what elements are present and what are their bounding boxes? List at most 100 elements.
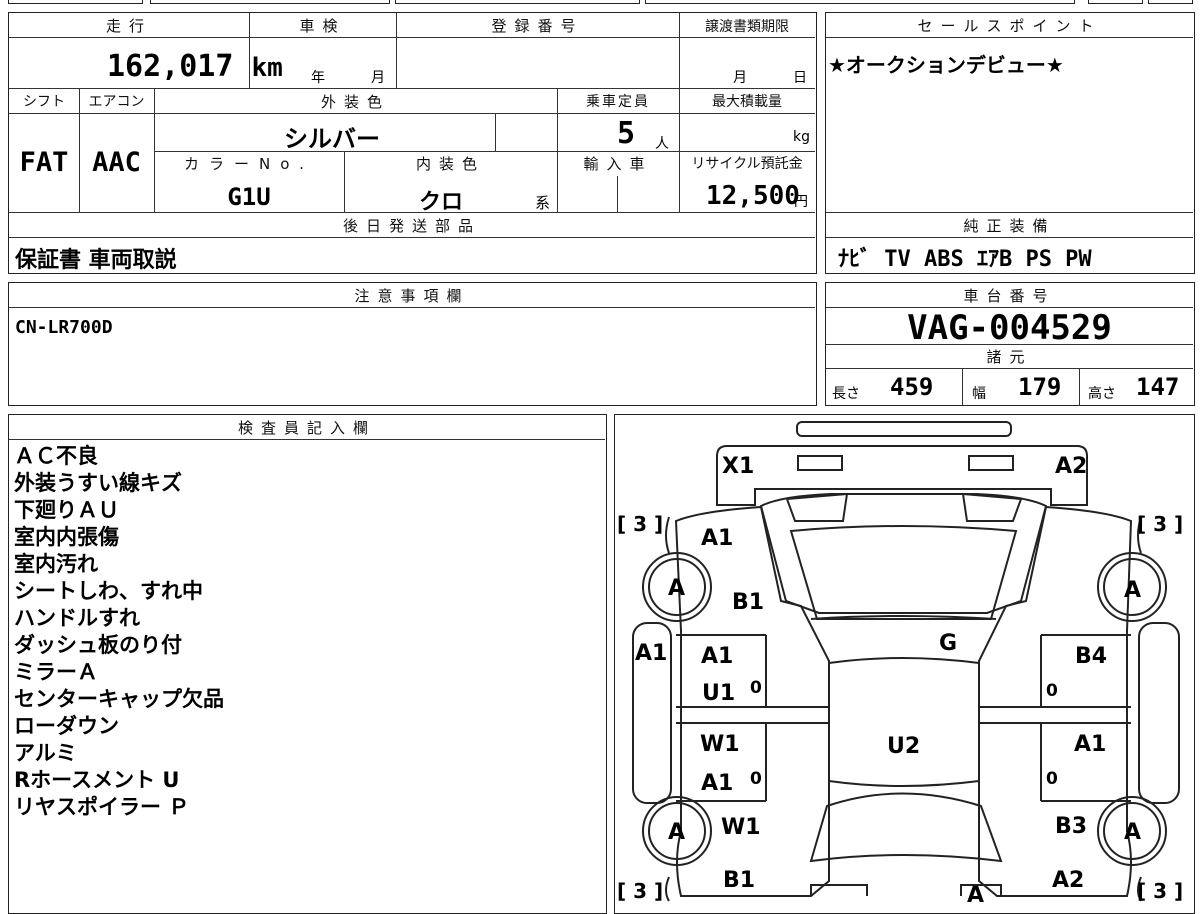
sales-point-value: ★オークションデビュー★ (828, 53, 1064, 77)
recycle-header: リサイクル預託金 (691, 156, 803, 172)
remark-line: シートしわ、すれ中 (14, 579, 203, 603)
remark-line: 外装うすい線キズ (14, 471, 182, 495)
sales-point-header: セールスポイント (917, 17, 1102, 35)
inspector-box: 検査員記入欄 ＡＣ不良 外装うすい線キズ 下廻りＡＵ 室内内張傷 室内汚れ シー… (8, 414, 607, 914)
registration-header: 登録番号 (491, 17, 584, 35)
mark-g: G (939, 631, 957, 656)
height-label: 高さ (1088, 386, 1116, 402)
zero-mark: 0 (750, 769, 762, 789)
later-parts-value: 保証書 車両取説 (15, 248, 177, 273)
specs-header: 諸元 (986, 348, 1033, 366)
remark-line: 室内内張傷 (14, 525, 119, 549)
mark-w1-rear-left-fender: W1 (721, 815, 761, 840)
sales-point-box: セールスポイント ★オークションデビュー★ 純正装備 ﾅﾋﾞ TV ABS ｴｱ… (825, 12, 1195, 274)
remark-line: ＡＣ不良 (14, 444, 98, 468)
chassis-header: 車台番号 (963, 287, 1056, 305)
length-label: 長さ (832, 386, 860, 402)
zero-mark: 0 (750, 678, 762, 698)
import-car-header: 輸入車 (583, 155, 653, 173)
notes-box: 注意事項欄 CN-LR700D (8, 282, 817, 406)
mileage-number: 162,017 (107, 49, 234, 84)
mark-a1-left-side: A1 (635, 641, 667, 666)
length-value: 459 (890, 373, 934, 401)
capacity-unit: 人 (655, 136, 669, 152)
notes-header: 注意事項欄 (354, 287, 470, 305)
mileage-unit: km (251, 53, 283, 83)
notes-value: CN-LR700D (15, 317, 113, 338)
wheel-mark-rr: A (1124, 820, 1141, 845)
mark-b4-front-right-door: B4 (1075, 644, 1107, 669)
car-diagram-box: X1 A2 A1 B1 A1 G A1 U1 B4 W1 A1 U2 A1 W1… (614, 414, 1195, 914)
width-label: 幅 (972, 386, 986, 402)
mileage-value: 162,017 km (107, 49, 283, 84)
aircon-header: エアコン (88, 94, 145, 110)
remark-line: センターキャップ欠品 (14, 687, 224, 711)
wheel-mark-rl: A (668, 820, 685, 845)
shift-value: FAT (19, 147, 69, 178)
transfer-deadline-header: 譲渡書類期限 (705, 19, 789, 35)
wheel-mark-fl: A (668, 576, 685, 601)
interior-color-value: クロ (419, 190, 464, 215)
interior-color-header: 内装色 (415, 155, 485, 173)
exterior-color-header: 外装色 (320, 93, 390, 111)
remark-line: Rホースメント U (14, 768, 180, 792)
remark-line: アルミ (14, 741, 77, 765)
mark-a-bottom: A (967, 883, 984, 908)
remark-line: ミラーＡ (14, 660, 98, 684)
tire-tread-fl: [ 3 ] (617, 512, 663, 536)
recycle-value: 12,500 (706, 181, 800, 211)
top-strip (0, 0, 1200, 4)
tire-tread-fr: [ 3 ] (1137, 512, 1183, 536)
mark-a1-hood: A1 (701, 526, 733, 551)
aircon-value: AAC (92, 147, 141, 178)
inspection-year-label: 年 (311, 70, 325, 86)
mark-a1-rear-right-door: A1 (1074, 732, 1106, 757)
wheel-mark-fr: A (1124, 578, 1141, 603)
color-no-header: カラーNo. (184, 155, 314, 173)
capacity-header: 乗車定員 (586, 94, 650, 110)
tire-tread-rl: [ 3 ] (617, 879, 663, 903)
height-value: 147 (1136, 373, 1180, 401)
later-parts-header: 後日発送部品 (342, 217, 481, 235)
remark-line: リヤスポイラー Ｐ (14, 795, 190, 819)
mark-b1-bottom: B1 (723, 868, 755, 893)
mark-a1-front-left-door: A1 (701, 644, 733, 669)
shift-header: シフト (23, 94, 65, 110)
inspection-month-label: 月 (371, 70, 385, 86)
deadline-month-label: 月 (733, 70, 747, 86)
max-load-unit: kg (793, 129, 810, 145)
equipment-header: 純正装備 (963, 217, 1056, 235)
remark-line: ダッシュ板のり付 (14, 633, 182, 657)
mark-u2: U2 (887, 734, 920, 759)
remark-line: ハンドルすれ (14, 606, 140, 630)
zero-mark: 0 (1046, 769, 1058, 789)
max-load-header: 最大積載量 (712, 94, 782, 110)
width-value: 179 (1018, 373, 1062, 401)
zero-mark: 0 (1046, 681, 1058, 701)
inspector-remarks: ＡＣ不良 外装うすい線キズ 下廻りＡＵ 室内内張傷 室内汚れ シートしわ、すれ中… (14, 443, 224, 821)
chassis-box: 車台番号 VAG-004529 諸元 長さ 459 幅 179 高さ 147 (825, 282, 1195, 406)
chassis-number: VAG-004529 (907, 308, 1112, 348)
remark-line: 室内汚れ (14, 552, 98, 576)
recycle-unit: 円 (794, 194, 808, 210)
mark-a2-bottom: A2 (1052, 868, 1084, 893)
interior-color-suffix: 系 (535, 194, 551, 212)
exterior-color-value: シルバー (284, 125, 380, 153)
color-no-value: G1U (227, 183, 271, 211)
remark-line: ローダウン (14, 714, 119, 738)
mark-b3-rear-right: B3 (1055, 814, 1087, 839)
equipment-value: ﾅﾋﾞ TV ABS ｴｱB PS PW (838, 247, 1092, 272)
tire-tread-rr: [ 3 ] (1137, 879, 1183, 903)
mileage-header: 走行 (105, 17, 152, 35)
mark-u1-front-left-door: U1 (702, 681, 735, 706)
mark-b1-hood: B1 (732, 590, 764, 615)
inspection-header: 車検 (299, 17, 346, 35)
capacity-value: 5 (617, 116, 636, 151)
vehicle-info-grid: 走行 車検 登録番号 譲渡書類期限 162,017 km 年 月 月 日 シフト… (8, 12, 817, 274)
mark-a2-top: A2 (1055, 454, 1087, 479)
car-diagram: X1 A2 A1 B1 A1 G A1 U1 B4 W1 A1 U2 A1 W1… (617, 421, 1183, 908)
inspector-header: 検査員記入欄 (237, 419, 376, 437)
mark-w1-rear-left-door: W1 (700, 732, 740, 757)
mark-x1: X1 (722, 454, 754, 479)
mark-a1-rear-left-door: A1 (701, 771, 733, 796)
